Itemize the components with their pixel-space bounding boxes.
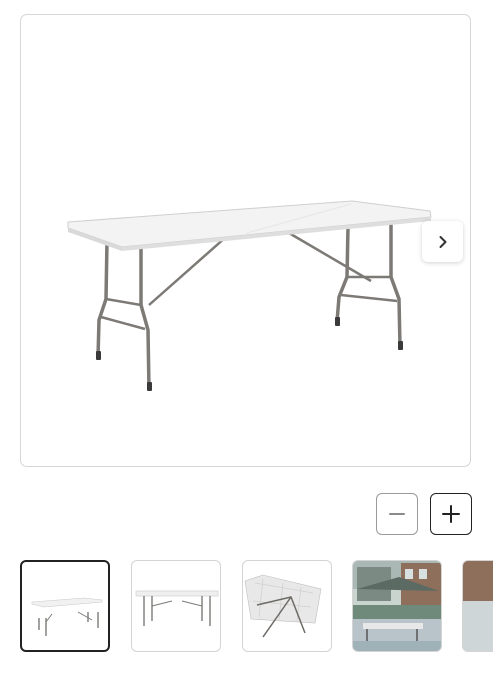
- thumbnail-strip: [20, 560, 493, 654]
- chevron-right-icon: [439, 235, 446, 248]
- table-side-thumbnail: [135, 590, 219, 626]
- plus-icon: [442, 505, 460, 523]
- main-product-image[interactable]: [20, 14, 471, 467]
- thumbnail-3[interactable]: [242, 560, 332, 652]
- zoom-in-button[interactable]: [430, 493, 472, 535]
- thumbnail-5[interactable]: [462, 560, 493, 652]
- table-underside-thumbnail: [244, 574, 322, 638]
- outdoor-scene-thumbnail: [353, 561, 441, 651]
- thumbnail-1[interactable]: [20, 560, 110, 652]
- thumbnail-2[interactable]: [131, 560, 221, 652]
- next-image-button[interactable]: [422, 221, 463, 262]
- minus-icon: [389, 513, 405, 515]
- folding-table-image: [67, 200, 432, 391]
- partial-thumbnail: [463, 561, 493, 651]
- zoom-out-button[interactable]: [376, 493, 418, 535]
- thumbnail-4[interactable]: [352, 560, 442, 652]
- table-angled-thumbnail: [31, 597, 103, 636]
